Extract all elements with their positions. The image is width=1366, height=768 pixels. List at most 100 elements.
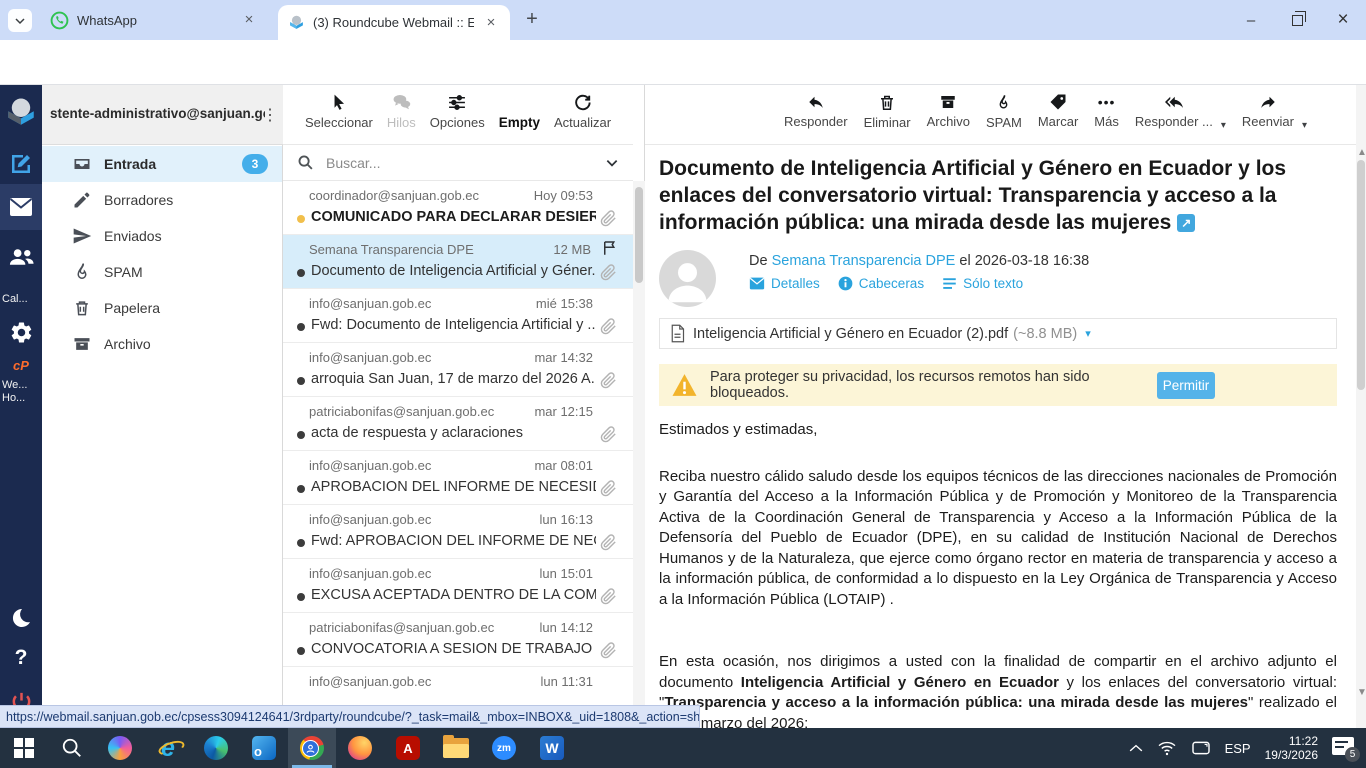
close-icon[interactable]: × [240, 11, 258, 29]
zoom-button[interactable]: zm [480, 728, 528, 768]
list-item[interactable]: info@sanjuan.gob.ec lun 15:01 EXCUSA ACE… [283, 559, 633, 613]
list-item[interactable]: coordinador@sanjuan.gob.ec Hoy 09:53 COM… [283, 181, 633, 235]
reply-all-caret-icon[interactable]: ▾ [1221, 120, 1226, 131]
list-item[interactable]: patriciabonifas@sanjuan.gob.ec lun 14:12… [283, 613, 633, 667]
sidebar-item-borradores[interactable]: Borradores [42, 182, 282, 218]
mail-nav-button[interactable] [0, 184, 42, 230]
search-options-chevron-icon[interactable] [605, 156, 619, 170]
reading-scrollbar-thumb[interactable] [1357, 160, 1365, 390]
tab-title: (3) Roundcube Webmail :: Entra [313, 15, 474, 30]
options-button[interactable]: Opciones [430, 93, 485, 144]
sender-link[interactable]: Semana Transparencia DPE [772, 253, 956, 269]
windows-logo-icon [14, 738, 34, 758]
new-tab-button[interactable]: + [520, 8, 544, 32]
list-item[interactable]: info@sanjuan.gob.ec mar 14:32 arroquia S… [283, 343, 633, 397]
cpanel-logo[interactable]: cP [0, 355, 42, 375]
list-item[interactable]: info@sanjuan.gob.ec mié 15:38 Fwd: Docum… [283, 289, 633, 343]
headers-link[interactable]: Cabeceras [838, 276, 924, 291]
attachment-caret-icon[interactable]: ▾ [1085, 327, 1091, 340]
update-button[interactable]: Actualizar [554, 93, 611, 144]
send-icon [72, 226, 92, 246]
settings-button[interactable] [0, 315, 42, 349]
threads-button[interactable]: Hilos [387, 93, 416, 144]
scroll-down-icon[interactable]: ▼ [1357, 687, 1366, 698]
status-dot [297, 539, 305, 547]
mark-button[interactable]: Marcar [1038, 93, 1078, 144]
list-scrollbar-thumb[interactable] [635, 187, 643, 283]
plain-text-link[interactable]: Sólo texto [942, 276, 1023, 291]
copilot-button[interactable] [96, 728, 144, 768]
allow-button[interactable]: Permitir [1157, 372, 1215, 399]
sidebar-item-enviados[interactable]: Enviados [42, 218, 282, 254]
sidebar-item-papelera[interactable]: Papelera [42, 290, 282, 326]
roundcube-logo-icon [4, 94, 38, 130]
chrome-button-active[interactable] [288, 728, 336, 768]
sidebar-item-entrada[interactable]: Entrada 3 [42, 146, 282, 182]
taskbar-search-button[interactable] [48, 728, 96, 768]
pencil-icon [72, 190, 92, 210]
text-lines-icon [942, 277, 957, 290]
spam-button[interactable]: SPAM [986, 93, 1022, 144]
edge-button[interactable] [192, 728, 240, 768]
sidebar-item-archivo[interactable]: Archivo [42, 326, 282, 362]
list-item[interactable]: info@sanjuan.gob.ec mar 08:01 APROBACION… [283, 451, 633, 505]
archive-icon [939, 93, 957, 111]
external-link-icon[interactable]: ↗ [1177, 214, 1195, 232]
word-button[interactable]: W [528, 728, 576, 768]
minimize-button[interactable]: – [1228, 0, 1274, 40]
start-button[interactable] [0, 728, 48, 768]
tablet-mode-icon[interactable] [1191, 740, 1211, 756]
firefox-button[interactable] [336, 728, 384, 768]
dark-mode-button[interactable] [0, 601, 42, 635]
list-item[interactable]: info@sanjuan.gob.ec lun 16:13 Fwd: APROB… [283, 505, 633, 559]
outlook-button[interactable]: o [240, 728, 288, 768]
attachment-bar[interactable]: Inteligencia Artificial y Género en Ecua… [659, 318, 1337, 349]
taskbar: e o A zm W ESP 11:22 19/3/2026 [0, 728, 1366, 768]
sidebar-item-spam[interactable]: SPAM [42, 254, 282, 290]
empty-button[interactable]: Empty [499, 93, 540, 144]
forward-caret-icon[interactable]: ▾ [1302, 120, 1307, 131]
compose-button[interactable] [0, 147, 42, 181]
account-menu-kebab[interactable]: ⋮ [262, 105, 278, 125]
forward-button[interactable]: Reenviar [1242, 93, 1294, 144]
tab-roundcube[interactable]: (3) Roundcube Webmail :: Entra × [278, 5, 510, 40]
clock[interactable]: 11:22 19/3/2026 [1265, 734, 1318, 762]
list-item[interactable]: patriciabonifas@sanjuan.gob.ec mar 12:15… [283, 397, 633, 451]
search-bar[interactable] [283, 145, 633, 181]
archive-button[interactable]: Archivo [927, 93, 970, 144]
reply-button[interactable]: Responder [784, 93, 848, 144]
restore-button[interactable] [1274, 0, 1320, 40]
tab-search-button[interactable] [8, 9, 32, 32]
more-button[interactable]: ••• Más [1094, 93, 1119, 144]
file-explorer-button[interactable] [432, 728, 480, 768]
paperclip-icon [600, 372, 617, 389]
notification-center-button[interactable]: 5 [1332, 737, 1356, 759]
close-icon[interactable]: × [482, 14, 500, 32]
list-item-selected[interactable]: Semana Transparencia DPE 12 MB Documento… [283, 235, 633, 289]
attachment-name: Inteligencia Artificial y Género en Ecua… [693, 326, 1008, 342]
paperclip-icon [600, 264, 617, 281]
reply-all-button[interactable]: Responder ... [1135, 93, 1213, 144]
close-window-button[interactable]: × [1320, 0, 1366, 40]
status-dot [297, 593, 305, 601]
language-indicator[interactable]: ESP [1225, 741, 1251, 756]
paperclip-icon [600, 480, 617, 497]
edge-icon [204, 736, 228, 760]
delete-button[interactable]: Eliminar [864, 93, 911, 144]
details-link[interactable]: Detalles [749, 276, 820, 291]
internet-explorer-button[interactable]: e [144, 728, 192, 768]
search-input[interactable] [326, 155, 605, 171]
avatar [659, 250, 716, 307]
webmail-home-label[interactable]: We... Ho... [0, 379, 27, 405]
acrobat-button[interactable]: A [384, 728, 432, 768]
list-scrollbar[interactable]: ▼ [633, 181, 645, 728]
wifi-icon[interactable] [1157, 740, 1177, 756]
scroll-up-icon[interactable]: ▲ [1357, 147, 1366, 158]
select-button[interactable]: Seleccionar [305, 93, 373, 144]
help-button[interactable]: ? [0, 643, 42, 673]
tray-expand-chevron-icon[interactable] [1129, 743, 1143, 753]
tab-whatsapp[interactable]: WhatsApp × [40, 0, 268, 40]
calendar-nav-label[interactable]: Cal... [0, 293, 28, 306]
reading-scrollbar[interactable]: ▲ ▼ [1356, 85, 1366, 728]
contacts-button[interactable] [0, 240, 42, 274]
